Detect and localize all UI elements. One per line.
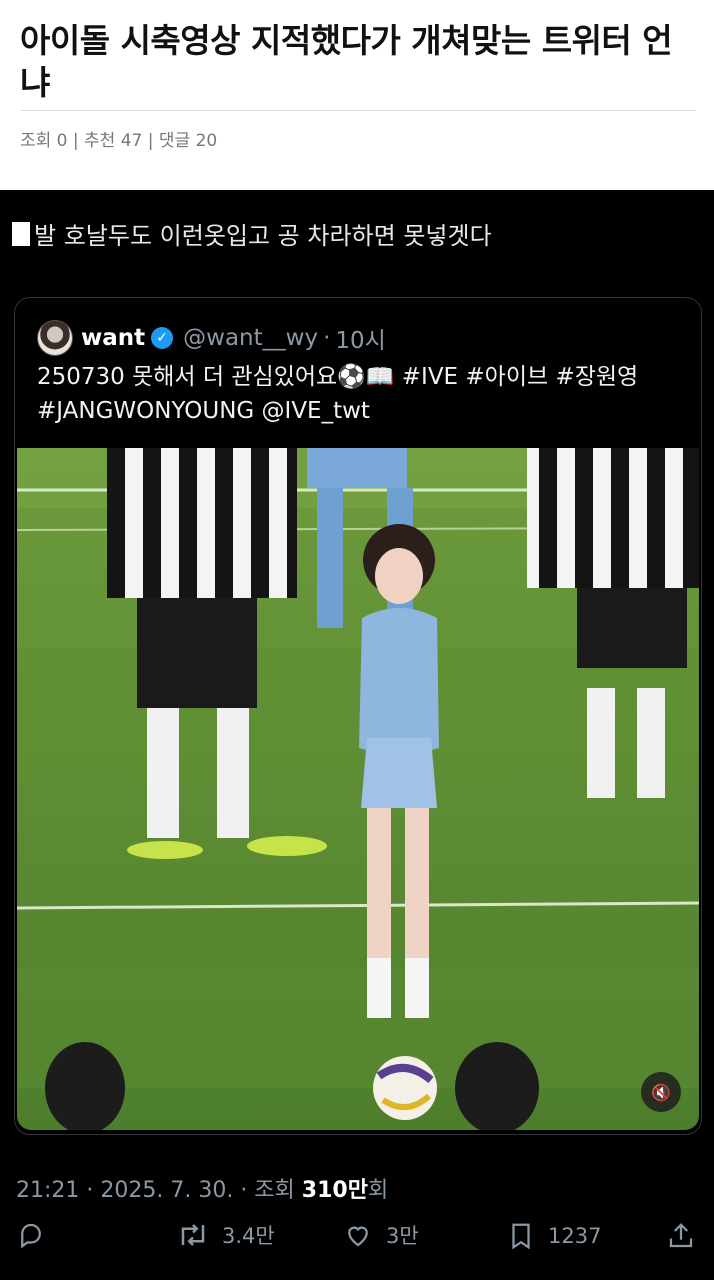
verified-badge-icon: ✓ bbox=[151, 327, 174, 349]
share-button[interactable] bbox=[666, 1220, 708, 1252]
retweet-button[interactable]: 3.4만 bbox=[176, 1220, 275, 1250]
author-handle[interactable]: @want__wy bbox=[183, 325, 318, 351]
divider bbox=[20, 110, 696, 111]
author-name[interactable]: want bbox=[81, 325, 145, 351]
heart-icon bbox=[348, 1226, 368, 1247]
bookmark-icon bbox=[512, 1223, 530, 1250]
video-player[interactable]: 🔇 bbox=[17, 448, 699, 1130]
quote-text: 250730 못해서 더 관심있어요⚽📖 #IVE #아이브 #장원영 #JAN… bbox=[37, 364, 639, 424]
tweet-caption-text: 발 호날두도 이런옷입고 공 차라하면 못넣겟다 bbox=[34, 222, 492, 250]
text-cursor-block bbox=[12, 221, 30, 246]
mute-icon[interactable]: 🔇 bbox=[641, 1072, 681, 1112]
timestamp-text: 21:21 · 2025. 7. 30. · 조회 bbox=[16, 1178, 302, 1203]
like-button[interactable]: 3만 bbox=[342, 1220, 419, 1250]
quote-author-row: want ✓ @want__wy · 10시 bbox=[37, 320, 386, 356]
retweet-count: 3.4만 bbox=[222, 1224, 275, 1248]
bookmark-button[interactable]: 1237 bbox=[506, 1220, 601, 1252]
avatar[interactable] bbox=[37, 320, 73, 356]
view-count: 310만 bbox=[301, 1178, 368, 1203]
tweet-screenshot: 발 호날두도 이런옷입고 공 차라하면 못넣겟다 want ✓ @want__w… bbox=[0, 190, 714, 1280]
reply-button[interactable] bbox=[16, 1220, 58, 1250]
view-count-suffix: 회 bbox=[367, 1178, 389, 1203]
like-count: 3만 bbox=[386, 1224, 419, 1248]
separator-dot: · bbox=[323, 325, 331, 351]
post-title: 아이돌 시축영상 지적했다가 개쳐맞는 트위터 언냐 bbox=[20, 21, 673, 102]
tweet-timestamp: 21:21 · 2025. 7. 30. · 조회 310만회 bbox=[16, 1172, 388, 1204]
reply-icon bbox=[21, 1223, 41, 1249]
bookmark-count: 1237 bbox=[548, 1224, 602, 1248]
quote-tweet-card[interactable]: want ✓ @want__wy · 10시 250730 못해서 더 관심있어… bbox=[14, 297, 702, 1135]
share-icon bbox=[669, 1223, 693, 1248]
tweet-actions: 3.4만 3만 1237 bbox=[0, 1220, 714, 1270]
video-frame bbox=[17, 448, 699, 1130]
post-time[interactable]: 10시 bbox=[335, 321, 385, 355]
post-meta: 조회 0 | 추천 47 | 댓글 20 bbox=[20, 131, 218, 151]
tweet-caption: 발 호날두도 이런옷입고 공 차라하면 못넣겟다 bbox=[12, 216, 492, 251]
post-header: 아이돌 시축영상 지적했다가 개쳐맞는 트위터 언냐 조회 0 | 추천 47 … bbox=[0, 0, 714, 190]
retweet-icon bbox=[181, 1224, 205, 1246]
